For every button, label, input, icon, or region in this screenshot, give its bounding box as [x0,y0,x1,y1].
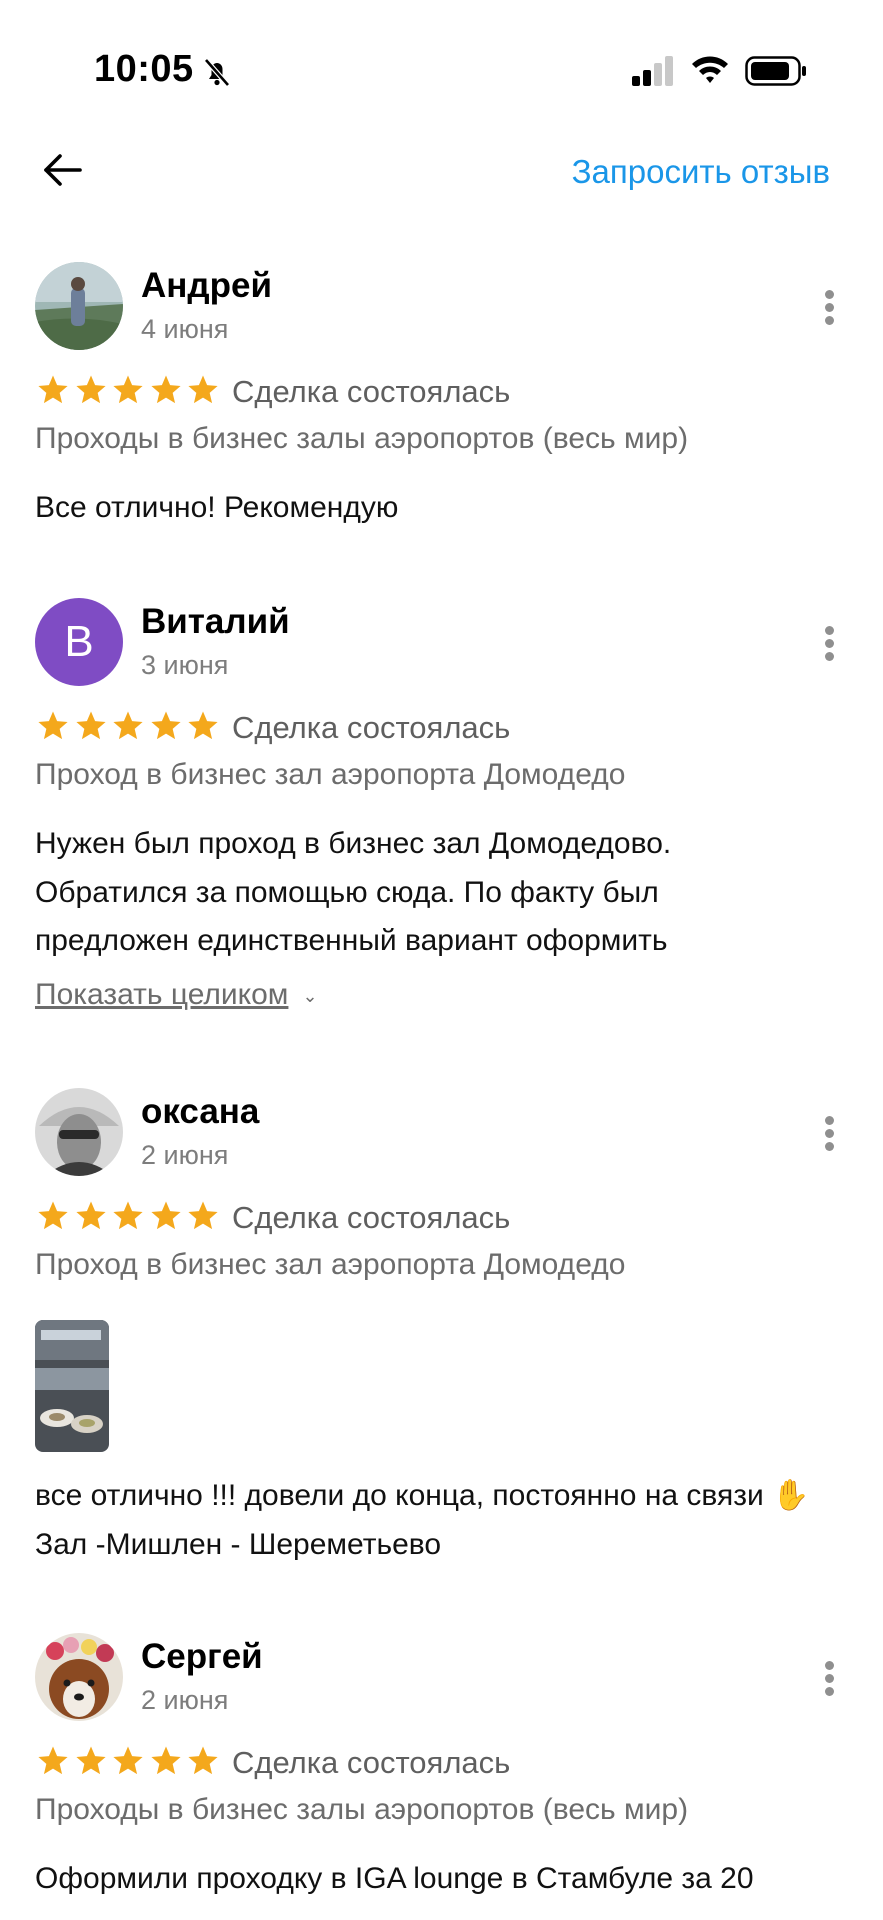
review-text: Нужен был проход в бизнес зал Домодедово… [35,827,672,957]
signal-icon [632,56,673,86]
review-author: Виталий [141,602,290,641]
star-icon [113,1746,143,1775]
review-text: Все отлично! Рекомендую [35,491,399,524]
more-options-icon[interactable] [823,1116,835,1152]
review-date: 4 июня [141,314,229,344]
star-icon [75,711,106,740]
bell-off-icon [204,58,230,87]
star-icon [188,1746,218,1775]
star-icon [150,711,181,740]
more-options-icon[interactable] [823,626,835,662]
review-card: Андрей 4 июня Сделка состоялась Проходы … [0,262,883,562]
deal-status: Сделка состоялась [232,1745,511,1780]
review-author: Андрей [141,266,272,305]
review-date: 2 июня [141,1685,229,1715]
review-text: все отлично !!! довели до конца, постоян… [35,1479,810,1561]
review-item-title[interactable]: Проход в бизнес зал аэропорта Домодедо [35,758,625,792]
avatar[interactable]: В [35,598,123,686]
review-date: 2 июня [141,1140,229,1170]
status-bar: 10:05 [0,0,883,110]
review-author: Сергей [141,1637,263,1676]
review-photo[interactable] [35,1320,109,1452]
star-icon [38,375,68,404]
review-card: оксана 2 июня Сделка состоялась Проход в… [0,1088,883,1588]
avatar[interactable] [35,1633,123,1721]
star-icon [38,1201,68,1230]
star-icon [75,375,106,404]
arrow-left-icon[interactable] [40,148,84,192]
deal-status: Сделка состоялась [232,710,511,745]
star-icon [150,1746,181,1775]
review-author: оксана [141,1092,260,1131]
review-item-title[interactable]: Проход в бизнес зал аэропорта Домодедо [35,1248,625,1282]
review-card: В Виталий 3 июня Сделка состоялась Прохо… [0,598,883,1038]
star-icon [75,1201,106,1230]
review-card: Сергей 2 июня Сделка состоялась Проходы … [0,1633,883,1920]
star-icon [38,1746,68,1775]
star-icon [113,711,143,740]
rating-stars [36,708,224,744]
chevron-down-icon: ⌄ [302,985,318,1006]
rating-stars [36,372,224,408]
deal-status: Сделка состоялась [232,374,511,409]
more-options-icon[interactable] [823,290,835,326]
deal-status: Сделка состоялась [232,1200,511,1235]
review-item-title[interactable]: Проходы в бизнес залы аэропортов (весь м… [35,422,688,456]
star-icon [188,375,218,404]
rating-stars [36,1743,224,1779]
review-date: 3 июня [141,650,229,680]
avatar[interactable] [35,1088,123,1176]
wifi-icon [692,56,728,83]
battery-icon [745,56,806,86]
review-item-title[interactable]: Проходы в бизнес залы аэропортов (весь м… [35,1793,688,1827]
show-more-link[interactable]: Показать целиком ⌄ [35,978,318,1012]
star-icon [113,375,143,404]
show-more-label: Показать целиком [35,978,289,1011]
review-text: Оформили проходку в IGA lounge в Стамбул… [35,1862,754,1895]
star-icon [150,1201,181,1230]
star-icon [75,1746,106,1775]
rating-stars [36,1198,224,1234]
status-time: 10:05 [94,48,194,90]
star-icon [150,375,181,404]
avatar[interactable] [35,262,123,350]
star-icon [188,1201,218,1230]
more-options-icon[interactable] [823,1661,835,1697]
star-icon [38,711,68,740]
star-icon [113,1201,143,1230]
request-review-button[interactable]: Запросить отзыв [572,153,830,191]
star-icon [188,711,218,740]
